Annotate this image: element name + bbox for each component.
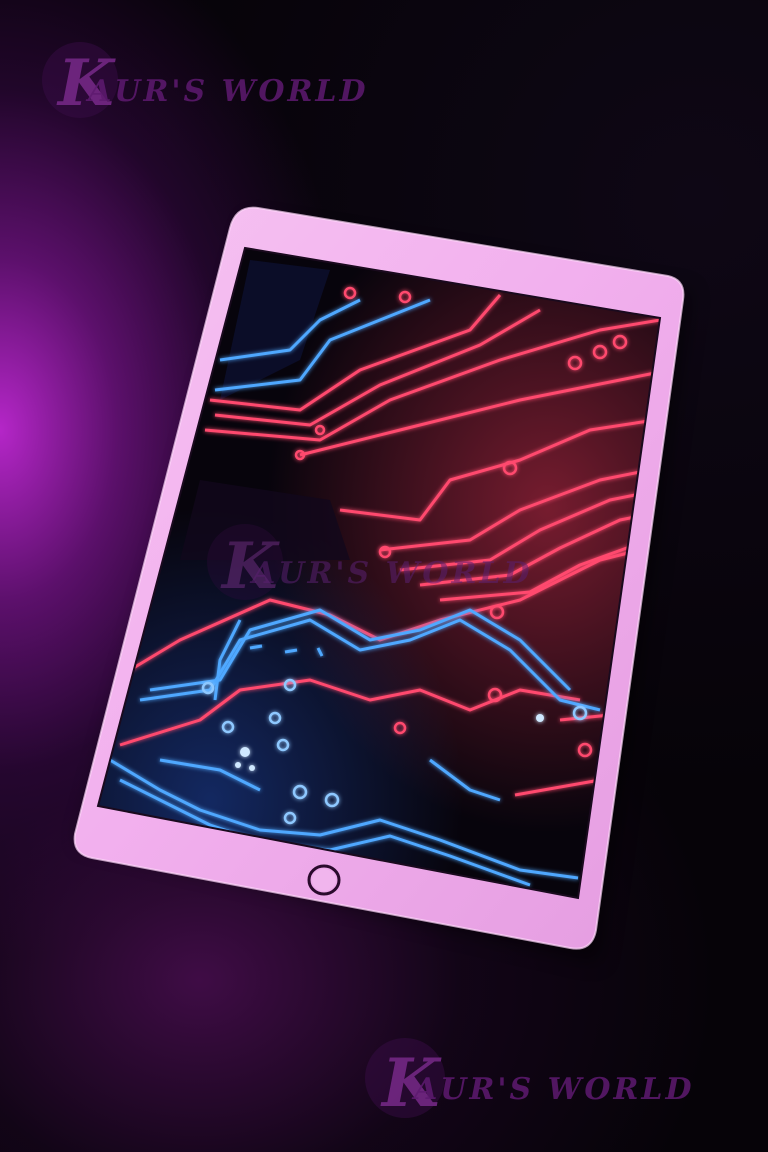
photo-scene: K K K AUR'S WORLD AUR'S WORLD AUR'S WORL… [0,0,768,1152]
home-button-icon [307,864,341,896]
watermark-text-middle: AUR'S WORLD [252,556,533,591]
watermark-text-top: AUR'S WORLD [88,74,369,109]
watermark-text-bottom: AUR'S WORLD [414,1072,695,1107]
